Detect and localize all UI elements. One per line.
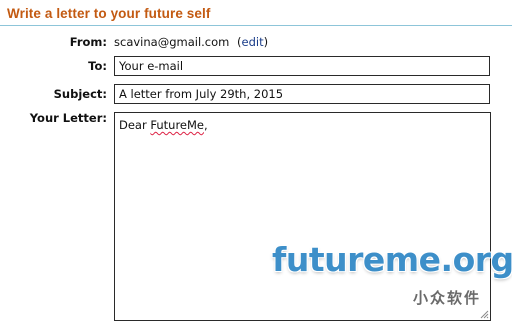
subject-input[interactable]: A letter from July 29th, 2015 — [114, 84, 490, 104]
letter-label: Your Letter: — [29, 111, 107, 125]
subject-label: Subject: — [53, 87, 107, 101]
resize-grip-icon[interactable] — [480, 310, 489, 319]
edit-paren-close: ) — [263, 35, 269, 49]
to-email-input[interactable]: Your e-mail — [114, 56, 490, 76]
from-email: scavina@gmail.com — [114, 35, 230, 49]
to-email-value: Your e-mail — [119, 59, 184, 73]
letter-comma: , — [204, 118, 208, 132]
edit-link[interactable]: edit — [242, 35, 264, 49]
page: Write a letter to your future self From:… — [0, 0, 512, 325]
watermark-logo: futureme.org — [272, 240, 512, 279]
watermark-sub: 小众软件 — [413, 289, 482, 307]
from-value: scavina@gmail.com (edit) — [114, 35, 268, 49]
letter-name-misspelled: FutureMe — [150, 118, 204, 132]
title-divider — [0, 25, 512, 26]
page-title: Write a letter to your future self — [7, 6, 211, 21]
to-label: To: — [88, 59, 107, 73]
letter-greeting: Dear — [119, 118, 147, 132]
from-label: From: — [69, 35, 107, 49]
subject-value: A letter from July 29th, 2015 — [119, 87, 284, 101]
